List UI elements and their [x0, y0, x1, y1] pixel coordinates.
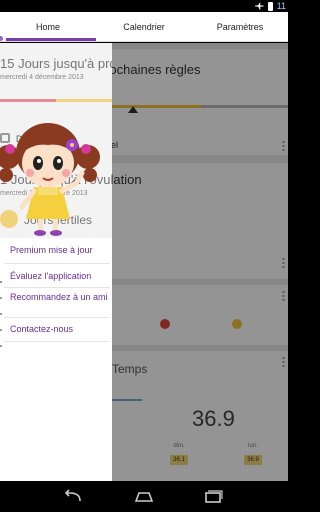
battery-icon: [267, 1, 273, 11]
tab-calendar[interactable]: Calendrier: [96, 12, 192, 41]
tab-bar: Home Calendrier Paramètres: [0, 12, 288, 42]
recent-apps-icon[interactable]: [202, 489, 224, 505]
back-icon[interactable]: [62, 489, 84, 505]
period-date: mercredi 4 décembre 2013: [0, 74, 84, 81]
drawer-item-recommend[interactable]: Recommandez à un ami: [10, 292, 110, 303]
period-countdown-title: 15 Jours jusqu'à prochaines règles: [0, 56, 112, 71]
tab-home[interactable]: Home: [0, 12, 96, 41]
home-icon[interactable]: [133, 489, 155, 505]
drawer-header: 15 Jours jusqu'à prochaines règles mercr…: [0, 43, 112, 238]
status-bar: 11: [0, 0, 288, 12]
drawer-divider: [4, 317, 110, 318]
drawer-item-contact[interactable]: Contactez-nous: [10, 324, 110, 335]
drawer-item-rate-app[interactable]: Évaluez l'application: [10, 271, 110, 282]
system-navigation-bar: [0, 481, 288, 512]
tab-settings[interactable]: Paramètres: [192, 12, 288, 41]
status-clock: 11: [276, 1, 286, 11]
airplane-mode-icon: [254, 2, 264, 10]
drawer-edge-indicator: [0, 281, 2, 361]
drawer-item-premium[interactable]: Premium mise à jour: [10, 245, 110, 256]
drawer-divider: [4, 263, 110, 264]
girl-mascot-icon: [0, 123, 100, 236]
drawer-divider: [4, 287, 110, 288]
status-icons: 11: [254, 0, 286, 12]
drawer-divider: [4, 341, 110, 342]
navigation-drawer: 15 Jours jusqu'à prochaines règles mercr…: [0, 43, 112, 481]
